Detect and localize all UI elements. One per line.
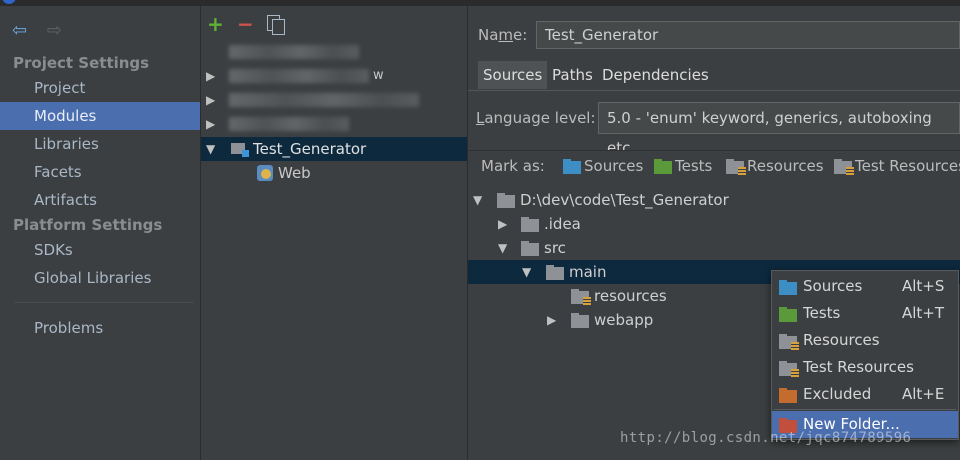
module-row-blurred-2[interactable]: ▶ w (201, 64, 467, 88)
folder-icon (521, 241, 539, 256)
resources-folder-icon (571, 289, 591, 306)
mark-as-toolbar: Mark as: Sources Tests Resources Test Re… (468, 150, 960, 181)
module-row-web-facet[interactable]: Web (201, 161, 467, 185)
tab-paths[interactable]: Paths (547, 61, 598, 89)
nav-item-modules[interactable]: Modules (0, 102, 200, 130)
module-name-field[interactable]: Test_Generator (536, 21, 960, 49)
sources-folder-icon (563, 159, 581, 174)
resources-folder-icon (726, 159, 746, 176)
app-icon (2, 0, 16, 4)
mark-as-label: Mark as: (481, 157, 545, 175)
tree-row-src[interactable]: ▼ src (468, 236, 960, 260)
excluded-folder-icon (779, 388, 797, 403)
module-row-blurred-1[interactable] (201, 40, 467, 64)
tests-folder-icon (779, 307, 797, 322)
copy-icon[interactable] (267, 15, 285, 35)
nav-item-artifacts[interactable]: Artifacts (0, 186, 200, 214)
tab-underline (468, 90, 960, 91)
collapse-arrow-icon[interactable]: ▼ (473, 188, 482, 212)
module-icon (231, 141, 249, 157)
tab-dependencies[interactable]: Dependencies (597, 61, 714, 89)
nav-item-libraries[interactable]: Libraries (0, 130, 200, 158)
expand-arrow-icon[interactable]: ▶ (206, 64, 215, 88)
collapse-arrow-icon[interactable]: ▼ (206, 137, 215, 161)
section-platform-settings: Platform Settings (13, 216, 163, 234)
menu-item-tests[interactable]: Tests Alt+T (772, 300, 958, 327)
nav-item-facets[interactable]: Facets (0, 158, 200, 186)
expand-arrow-icon[interactable]: ▶ (498, 212, 507, 236)
nav-item-sdks[interactable]: SDKs (0, 236, 200, 264)
collapse-arrow-icon[interactable]: ▼ (498, 236, 507, 260)
language-level-select[interactable]: 5.0 - 'enum' keyword, generics, autoboxi… (598, 102, 960, 157)
section-project-settings: Project Settings (13, 54, 150, 72)
menu-item-sources[interactable]: Sources Alt+S (772, 273, 958, 300)
menu-item-resources[interactable]: Resources (772, 327, 958, 354)
folder-icon (497, 193, 515, 208)
web-facet-icon (257, 165, 273, 181)
resources-folder-icon (779, 334, 799, 351)
back-arrow-icon[interactable]: ⇦ (12, 20, 27, 41)
add-icon[interactable]: + (207, 12, 224, 36)
expand-arrow-icon[interactable]: ▶ (547, 308, 556, 332)
module-row-test-generator[interactable]: ▼ Test_Generator (201, 137, 467, 161)
name-label: Name: (478, 26, 528, 44)
menu-item-test-resources[interactable]: Test Resources (772, 354, 958, 381)
tests-folder-icon (654, 159, 672, 174)
folder-icon (571, 313, 589, 328)
module-row-blurred-3[interactable]: ▶ (201, 88, 467, 112)
folder-icon (521, 217, 539, 232)
forward-arrow-icon[interactable]: ⇨ (47, 20, 62, 41)
tree-row-root[interactable]: ▼ D:\dev\code\Test_Generator (468, 188, 960, 212)
tab-sources[interactable]: Sources (478, 61, 548, 89)
blurred-module-suffix: w (373, 68, 384, 83)
watermark: http://blog.csdn.net/jqc874789596 (620, 430, 912, 446)
folder-icon (546, 265, 564, 280)
sources-folder-icon (779, 280, 797, 295)
collapse-arrow-icon[interactable]: ▼ (522, 260, 531, 284)
nav-item-project[interactable]: Project (0, 74, 200, 102)
nav-buttons: ⇦ ⇨ (12, 20, 76, 41)
module-row-blurred-4[interactable]: ▶ (201, 112, 467, 136)
nav-item-global-libraries[interactable]: Global Libraries (0, 264, 200, 292)
menu-separator (774, 409, 956, 410)
expand-arrow-icon[interactable]: ▶ (206, 88, 215, 112)
test-resources-folder-icon (834, 159, 854, 176)
test-resources-folder-icon (779, 361, 799, 378)
menu-item-excluded[interactable]: Excluded Alt+E (772, 381, 958, 408)
language-level-label: Language level: (476, 109, 596, 127)
nav-divider (14, 302, 194, 303)
facet-label: Web (278, 164, 311, 182)
modules-pane: + − ▶ w ▶ ▶ ▼ Test_Generator Web (201, 6, 468, 460)
nav-item-problems[interactable]: Problems (0, 314, 200, 342)
remove-icon[interactable]: − (237, 12, 254, 36)
tree-row-idea[interactable]: ▶ .idea (468, 212, 960, 236)
module-label: Test_Generator (253, 140, 367, 158)
settings-nav-pane: ⇦ ⇨ Project Settings Project Modules Lib… (0, 6, 201, 460)
mark-as-context-menu: Sources Alt+S Tests Alt+T Resources Test… (771, 270, 959, 440)
expand-arrow-icon[interactable]: ▶ (206, 112, 215, 136)
